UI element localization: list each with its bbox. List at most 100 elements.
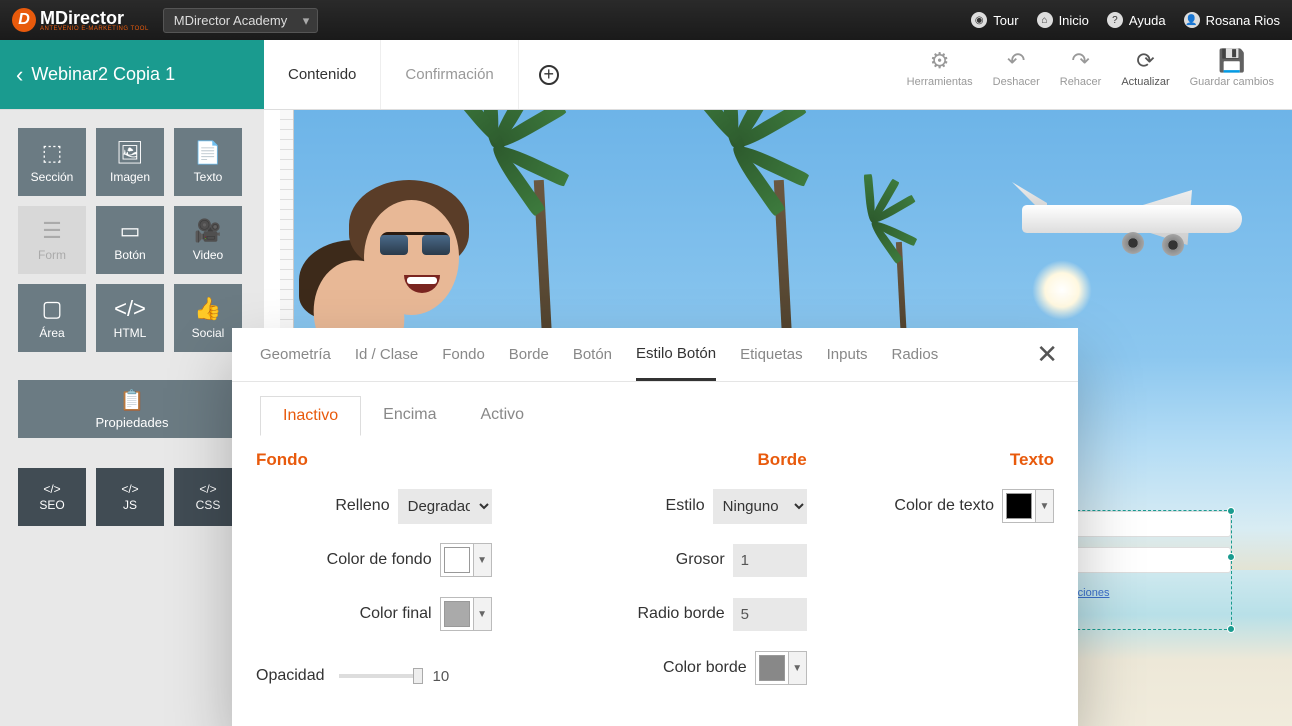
tile-video[interactable]: 🎥Video [174, 206, 242, 274]
redo-icon: ↷ [1071, 48, 1089, 74]
tile-label: Form [38, 248, 66, 262]
opacidad-slider[interactable]: 10 [339, 668, 450, 685]
project-title: Webinar2 Copia 1 [31, 64, 175, 85]
ayuda-link[interactable]: ?Ayuda [1107, 12, 1166, 28]
tile-seccion[interactable]: ⬚ Sección [18, 128, 86, 196]
radio-input[interactable] [733, 598, 807, 631]
tab-boton[interactable]: Botón [573, 330, 612, 379]
chevron-down-icon: ▼ [788, 652, 806, 684]
tile-html[interactable]: </>HTML [96, 284, 164, 352]
tile-label: JS [123, 498, 137, 512]
tab-id-clase[interactable]: Id / Clase [355, 330, 418, 379]
resize-handle[interactable] [1227, 507, 1235, 515]
inicio-label: Inicio [1059, 13, 1089, 28]
propiedades-button[interactable]: 📋 Propiedades [18, 380, 246, 438]
tab-etiquetas[interactable]: Etiquetas [740, 330, 803, 379]
form-input-1[interactable] [1063, 511, 1231, 537]
fondo-title: Fondo [256, 450, 492, 470]
button-icon: ▭ [120, 218, 141, 244]
user-name: Rosana Rios [1206, 13, 1280, 28]
tab-radios[interactable]: Radios [892, 330, 939, 379]
color-borde-label: Color borde [663, 659, 747, 677]
radio-label: Radio borde [637, 605, 724, 623]
relleno-select[interactable]: Degradado [398, 489, 492, 524]
tile-label: HTML [114, 326, 147, 340]
estilo-label: Estilo [666, 497, 705, 515]
texto-column: Texto Color de texto ▼ [847, 450, 1054, 698]
color-swatch [759, 655, 785, 681]
grosor-input[interactable] [733, 544, 807, 577]
selected-form-element[interactable]: ndiciones [1062, 510, 1232, 630]
tour-link[interactable]: ◉Tour [971, 12, 1018, 28]
resize-handle[interactable] [1227, 553, 1235, 561]
undo-button[interactable]: ↶Deshacer [993, 48, 1040, 101]
slider-thumb[interactable] [413, 668, 423, 684]
estilo-select[interactable]: Ninguno [713, 489, 807, 524]
propiedades-label: Propiedades [96, 415, 169, 430]
section-icon: ⬚ [42, 140, 63, 166]
save-button[interactable]: 💾Guardar cambios [1190, 48, 1274, 101]
refresh-icon: ⟳ [1136, 48, 1154, 74]
color-texto-picker[interactable]: ▼ [1002, 489, 1054, 523]
tile-form[interactable]: ☰Form [18, 206, 86, 274]
form-input-2[interactable] [1063, 547, 1231, 573]
tools-button[interactable]: ⚙ Herramientas [907, 48, 973, 101]
code-icon: </> [121, 482, 138, 496]
state-activo[interactable]: Activo [459, 396, 547, 436]
color-swatch [1006, 493, 1032, 519]
tile-area[interactable]: ▢Área [18, 284, 86, 352]
home-icon: ⌂ [1037, 12, 1053, 28]
color-borde-picker[interactable]: ▼ [755, 651, 807, 685]
state-inactivo[interactable]: Inactivo [260, 396, 361, 436]
tools-label: Herramientas [907, 76, 973, 88]
tile-label: Sección [31, 170, 74, 184]
color-final-picker[interactable]: ▼ [440, 597, 492, 631]
gear-icon: ⚙ [930, 48, 950, 74]
code-icon: </> [199, 482, 216, 496]
left-sidebar: ⬚ Sección 🖼Imagen 📄 Texto ☰Form ▭Botón 🎥Vi… [0, 110, 264, 726]
header-row: ‹ Webinar2 Copia 1 Contenido Confirmació… [0, 40, 1292, 110]
state-encima[interactable]: Encima [361, 396, 458, 436]
properties-icon: 📋 [120, 388, 145, 413]
tile-imagen[interactable]: 🖼Imagen [96, 128, 164, 196]
tab-estilo-boton[interactable]: Estilo Botón [636, 329, 716, 381]
code-tiles: </>SEO </>JS </>CSS [18, 468, 246, 526]
color-fondo-picker[interactable]: ▼ [440, 543, 492, 577]
relleno-label: Relleno [335, 497, 389, 515]
tab-contenido[interactable]: Contenido [264, 40, 381, 109]
tile-seo[interactable]: </>SEO [18, 468, 86, 526]
tile-boton[interactable]: ▭Botón [96, 206, 164, 274]
tab-inputs[interactable]: Inputs [827, 330, 868, 379]
tab-fondo[interactable]: Fondo [442, 330, 485, 379]
logo-icon: D [12, 8, 36, 32]
tab-geometria[interactable]: Geometría [260, 330, 331, 379]
tile-js[interactable]: </> JS [96, 468, 164, 526]
text-icon: 📄 [194, 140, 221, 166]
airplane-graphic [982, 170, 1262, 260]
project-title-bar[interactable]: ‹ Webinar2 Copia 1 [0, 40, 264, 109]
close-button[interactable]: ✕ [1036, 339, 1058, 370]
logo-subtitle: ANTEVENIO E-MARKETING TOOL [40, 26, 149, 32]
top-bar: D MDirector ANTEVENIO E-MARKETING TOOL M… [0, 0, 1292, 40]
camera-icon: ◉ [971, 12, 987, 28]
redo-label: Rehacer [1060, 76, 1102, 88]
color-swatch [444, 547, 470, 573]
color-texto-label: Color de texto [894, 497, 994, 515]
refresh-button[interactable]: ⟳Actualizar [1121, 48, 1169, 101]
add-tab-button[interactable]: + [539, 65, 559, 85]
color-swatch [444, 601, 470, 627]
inicio-link[interactable]: ⌂ Inicio [1037, 12, 1089, 28]
user-menu[interactable]: 👤Rosana Rios [1184, 12, 1280, 28]
save-icon: 💾 [1218, 48, 1245, 74]
logo: D MDirector ANTEVENIO E-MARKETING TOOL [12, 8, 149, 32]
color-fondo-label: Color de fondo [327, 551, 432, 569]
academy-dropdown[interactable]: MDirector Academy [163, 8, 318, 33]
back-chevron-icon[interactable]: ‹ [16, 62, 23, 88]
image-icon: 🖼 [116, 140, 144, 166]
tile-texto[interactable]: 📄 Texto [174, 128, 242, 196]
tile-label: Texto [194, 170, 223, 184]
tab-confirmacion[interactable]: Confirmación [381, 40, 518, 109]
resize-handle[interactable] [1227, 625, 1235, 633]
tab-borde[interactable]: Borde [509, 330, 549, 379]
redo-button[interactable]: ↷ Rehacer [1060, 48, 1102, 101]
